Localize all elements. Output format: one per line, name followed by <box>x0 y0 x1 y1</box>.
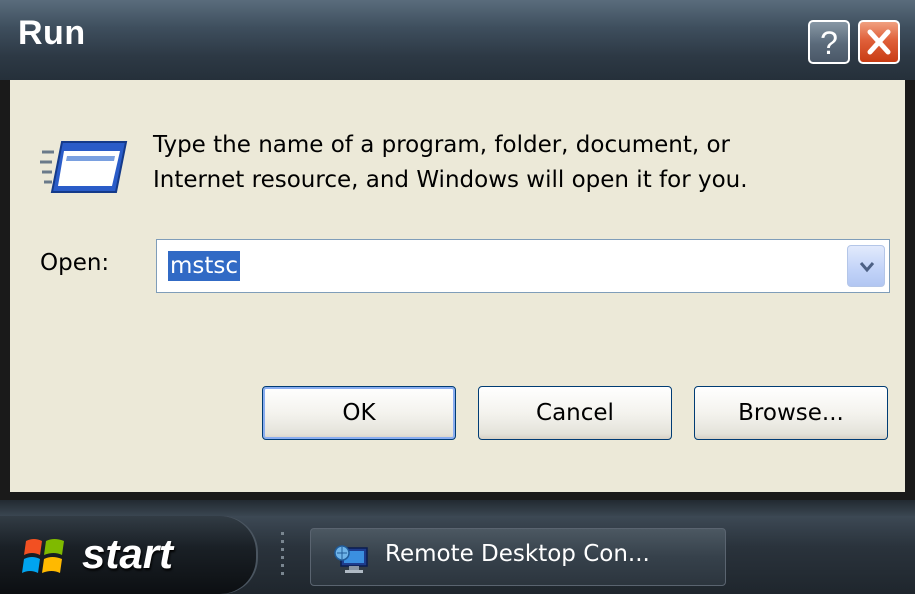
taskbar-item-label: Remote Desktop Con... <box>385 541 650 567</box>
help-button[interactable]: ? <box>808 20 850 64</box>
taskbar-border <box>0 500 915 516</box>
open-input-value[interactable]: mstsc <box>168 251 241 281</box>
open-label: Open: <box>40 250 110 276</box>
run-program-icon <box>40 141 128 193</box>
windows-logo-icon <box>22 539 64 573</box>
ok-button[interactable]: OK <box>262 386 456 440</box>
browse-button[interactable]: Browse... <box>694 386 888 440</box>
chevron-down-icon <box>859 262 875 273</box>
description-line-2: Internet resource, and Windows will open… <box>153 167 748 193</box>
run-dialog: Run ? Type the name of a program, folder… <box>0 0 915 500</box>
close-icon <box>867 29 891 55</box>
svg-text:?: ? <box>820 25 838 61</box>
dialog-description: Type the name of a program, folder, docu… <box>153 128 873 198</box>
window-title: Run <box>18 14 86 52</box>
help-icon: ? <box>820 25 838 61</box>
title-bar[interactable]: Run ? <box>0 0 915 80</box>
taskbar-item-remote-desktop[interactable]: Remote Desktop Con... <box>310 528 726 586</box>
close-button[interactable] <box>858 20 900 64</box>
dropdown-button[interactable] <box>847 245 885 287</box>
open-combobox[interactable]: mstsc <box>156 239 890 293</box>
cancel-button[interactable]: Cancel <box>478 386 672 440</box>
description-line-1: Type the name of a program, folder, docu… <box>153 132 730 158</box>
remote-desktop-icon <box>334 545 368 573</box>
start-label[interactable]: start <box>82 530 173 578</box>
taskbar-grip[interactable] <box>278 528 288 584</box>
